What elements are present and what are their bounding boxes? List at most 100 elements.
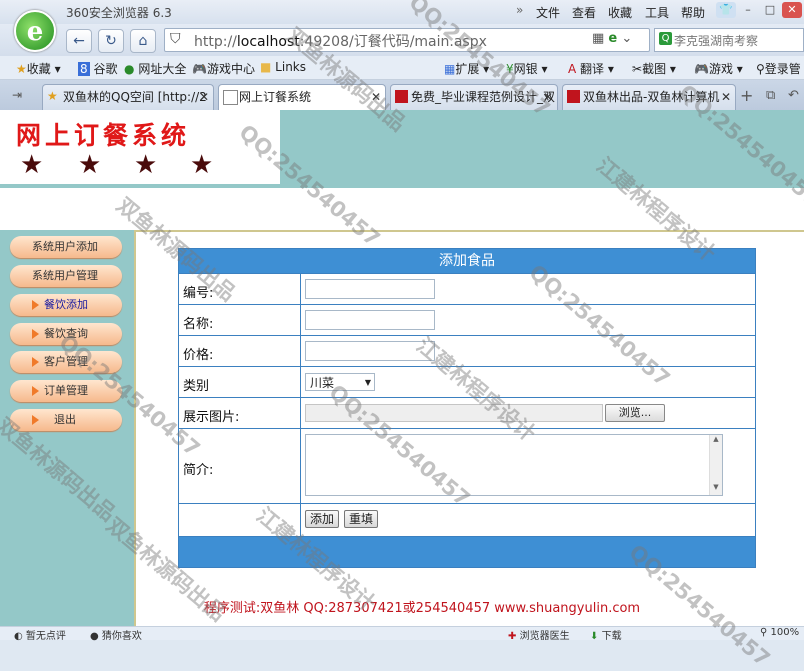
menu-file[interactable]: 文件	[536, 4, 560, 21]
search-input-text[interactable]: 李克强湖南考察	[674, 32, 758, 49]
doctor-icon: ✚	[508, 631, 517, 642]
star-icon: ★	[16, 62, 27, 76]
search-engine-icon[interactable]: Q	[659, 32, 672, 45]
add-button[interactable]: 添加	[305, 510, 339, 528]
id-field[interactable]	[305, 279, 435, 299]
menu-tools[interactable]: 工具	[645, 4, 669, 21]
row-divider	[179, 428, 755, 429]
banner-star-icon: ★	[78, 150, 102, 180]
page-footer-credit: 程序测试:双鱼林 QQ:287307421或254540457 www.shua…	[203, 601, 641, 616]
price-field[interactable]	[305, 341, 435, 361]
skin-icon[interactable]: 👕	[716, 2, 736, 18]
sidebar-item-query-food[interactable]: 餐饮查询	[10, 323, 122, 345]
browser-app-name: 360安全浏览器 6.3	[66, 6, 172, 20]
arrow-icon	[32, 329, 39, 339]
menu-overflow-icon[interactable]: »	[516, 3, 523, 17]
menu-help[interactable]: 帮助	[681, 4, 705, 21]
row-divider	[179, 397, 755, 398]
image-file-input[interactable]	[305, 404, 603, 422]
menu-favorites[interactable]: 收藏	[608, 4, 632, 21]
toolbar-login[interactable]: ⚲登录管	[756, 60, 801, 77]
browser-logo-icon: e	[14, 10, 56, 52]
sidebar-item-manage-system-users[interactable]: 系统用户管理	[10, 265, 122, 287]
row-divider	[179, 304, 755, 305]
star-icon: ★	[47, 89, 58, 103]
zoom-icon: ⚲	[760, 627, 768, 638]
maximize-icon[interactable]: □	[760, 2, 780, 18]
sidebar-item-add-food[interactable]: 餐饮添加	[10, 294, 122, 316]
intro-textarea[interactable]	[305, 434, 723, 496]
toolbar-extensions[interactable]: ▦扩展 ▾	[444, 60, 489, 77]
tab-qq-space[interactable]: ★ 双鱼林的QQ空间 [http://2 ✕	[42, 84, 214, 110]
site-favicon-icon	[395, 90, 408, 103]
name-field[interactable]	[305, 310, 435, 330]
refresh-button[interactable]: ↻	[98, 29, 124, 53]
back-button[interactable]: ←	[66, 29, 92, 53]
toolbar-screenshot[interactable]: ✂截图 ▾	[632, 60, 676, 77]
home-button[interactable]: ⌂	[130, 29, 156, 53]
tab-list-icon[interactable]: ⧉	[766, 88, 775, 103]
bookmark-game-center[interactable]: 🎮游戏中心	[192, 60, 255, 77]
menu-view[interactable]: 查看	[572, 4, 596, 21]
bookmark-favorites[interactable]: ★收藏 ▾	[16, 60, 61, 77]
address-bar-icons[interactable]: ▦ e ⌄	[592, 31, 632, 46]
sidebar-item-add-system-user[interactable]: 系统用户添加	[10, 236, 122, 258]
dropdown-arrow-icon: ▼	[364, 378, 371, 387]
row-divider	[179, 273, 755, 274]
toolbar-games[interactable]: 🎮游戏 ▾	[694, 60, 743, 77]
bookmark-web-directory[interactable]: ● 网址大全	[124, 60, 186, 77]
sidebar-item-order-management[interactable]: 订单管理	[10, 380, 122, 402]
folder-icon: ■	[260, 60, 272, 74]
row-divider	[179, 335, 755, 336]
translate-icon: A	[568, 62, 577, 76]
reset-button[interactable]: 重填	[344, 510, 378, 528]
heart-icon: ●	[90, 631, 99, 642]
id-label: 编号:	[183, 286, 214, 301]
banner-star-icon: ★	[20, 150, 44, 180]
textarea-scrollbar[interactable]: ▲ ▼	[709, 435, 722, 495]
status-zoom[interactable]: ⚲ 100%	[760, 627, 799, 638]
category-select[interactable]: 川菜 ▼	[305, 373, 375, 391]
intro-label: 简介:	[183, 463, 214, 478]
address-url[interactable]: http://localhost:49208/订餐代码/main.aspx	[194, 31, 487, 51]
games-icon: 🎮	[694, 62, 709, 76]
minimize-icon[interactable]: –	[738, 2, 758, 18]
arrow-icon	[32, 300, 39, 310]
toolbar-translate[interactable]: A 翻译 ▾	[568, 60, 614, 77]
comment-icon: ◐	[14, 631, 23, 642]
row-divider	[179, 366, 755, 367]
close-tab-icon[interactable]: ✕	[371, 85, 381, 109]
bookmark-links[interactable]: ■ Links	[260, 60, 306, 74]
browse-button[interactable]: 浏览...	[605, 404, 665, 422]
tab-course-design[interactable]: 免费_毕业课程范例设计_双 ✕	[390, 84, 558, 110]
form-footer-bar	[179, 537, 755, 567]
security-shield-icon[interactable]: ⛉	[170, 31, 181, 47]
arrow-icon	[32, 415, 39, 425]
scissors-icon: ✂	[632, 62, 643, 76]
bookmark-google[interactable]: 8 谷歌	[78, 60, 117, 77]
extensions-icon: ▦	[444, 62, 456, 76]
bookmarks-bar	[0, 56, 804, 80]
sidebar-item-customer-management[interactable]: 客户管理	[10, 351, 122, 373]
price-label: 价格:	[183, 348, 214, 363]
close-tab-icon[interactable]: ✕	[199, 85, 209, 109]
new-tab-icon[interactable]: +	[740, 86, 753, 105]
page-icon	[223, 90, 238, 105]
site-favicon-icon	[567, 90, 580, 103]
tab-shuangyulin[interactable]: 双鱼林出品-双鱼林计算机 ✕	[562, 84, 736, 110]
close-window-icon[interactable]: ✕	[782, 2, 802, 18]
tab-ordering-system[interactable]: 网上订餐系统 ✕	[218, 84, 386, 110]
sidebar-toggle-icon[interactable]: ⇥	[12, 88, 22, 102]
login-search-icon: ⚲	[756, 62, 765, 76]
close-tab-icon[interactable]: ✕	[721, 85, 731, 109]
category-label: 类别	[183, 379, 210, 394]
close-tab-icon[interactable]: ✕	[543, 85, 553, 109]
sidebar-item-logout[interactable]: 退出	[10, 409, 122, 431]
toolbar-online-banking[interactable]: ¥网银 ▾	[506, 60, 548, 77]
image-label: 展示图片:	[183, 410, 240, 425]
web-directory-icon: ●	[124, 62, 135, 76]
banner-divider	[0, 184, 804, 188]
site-title: 网上订餐系统	[16, 121, 191, 150]
undo-close-tab-icon[interactable]: ↶	[788, 88, 799, 103]
banner-star-icon: ★	[190, 150, 214, 180]
